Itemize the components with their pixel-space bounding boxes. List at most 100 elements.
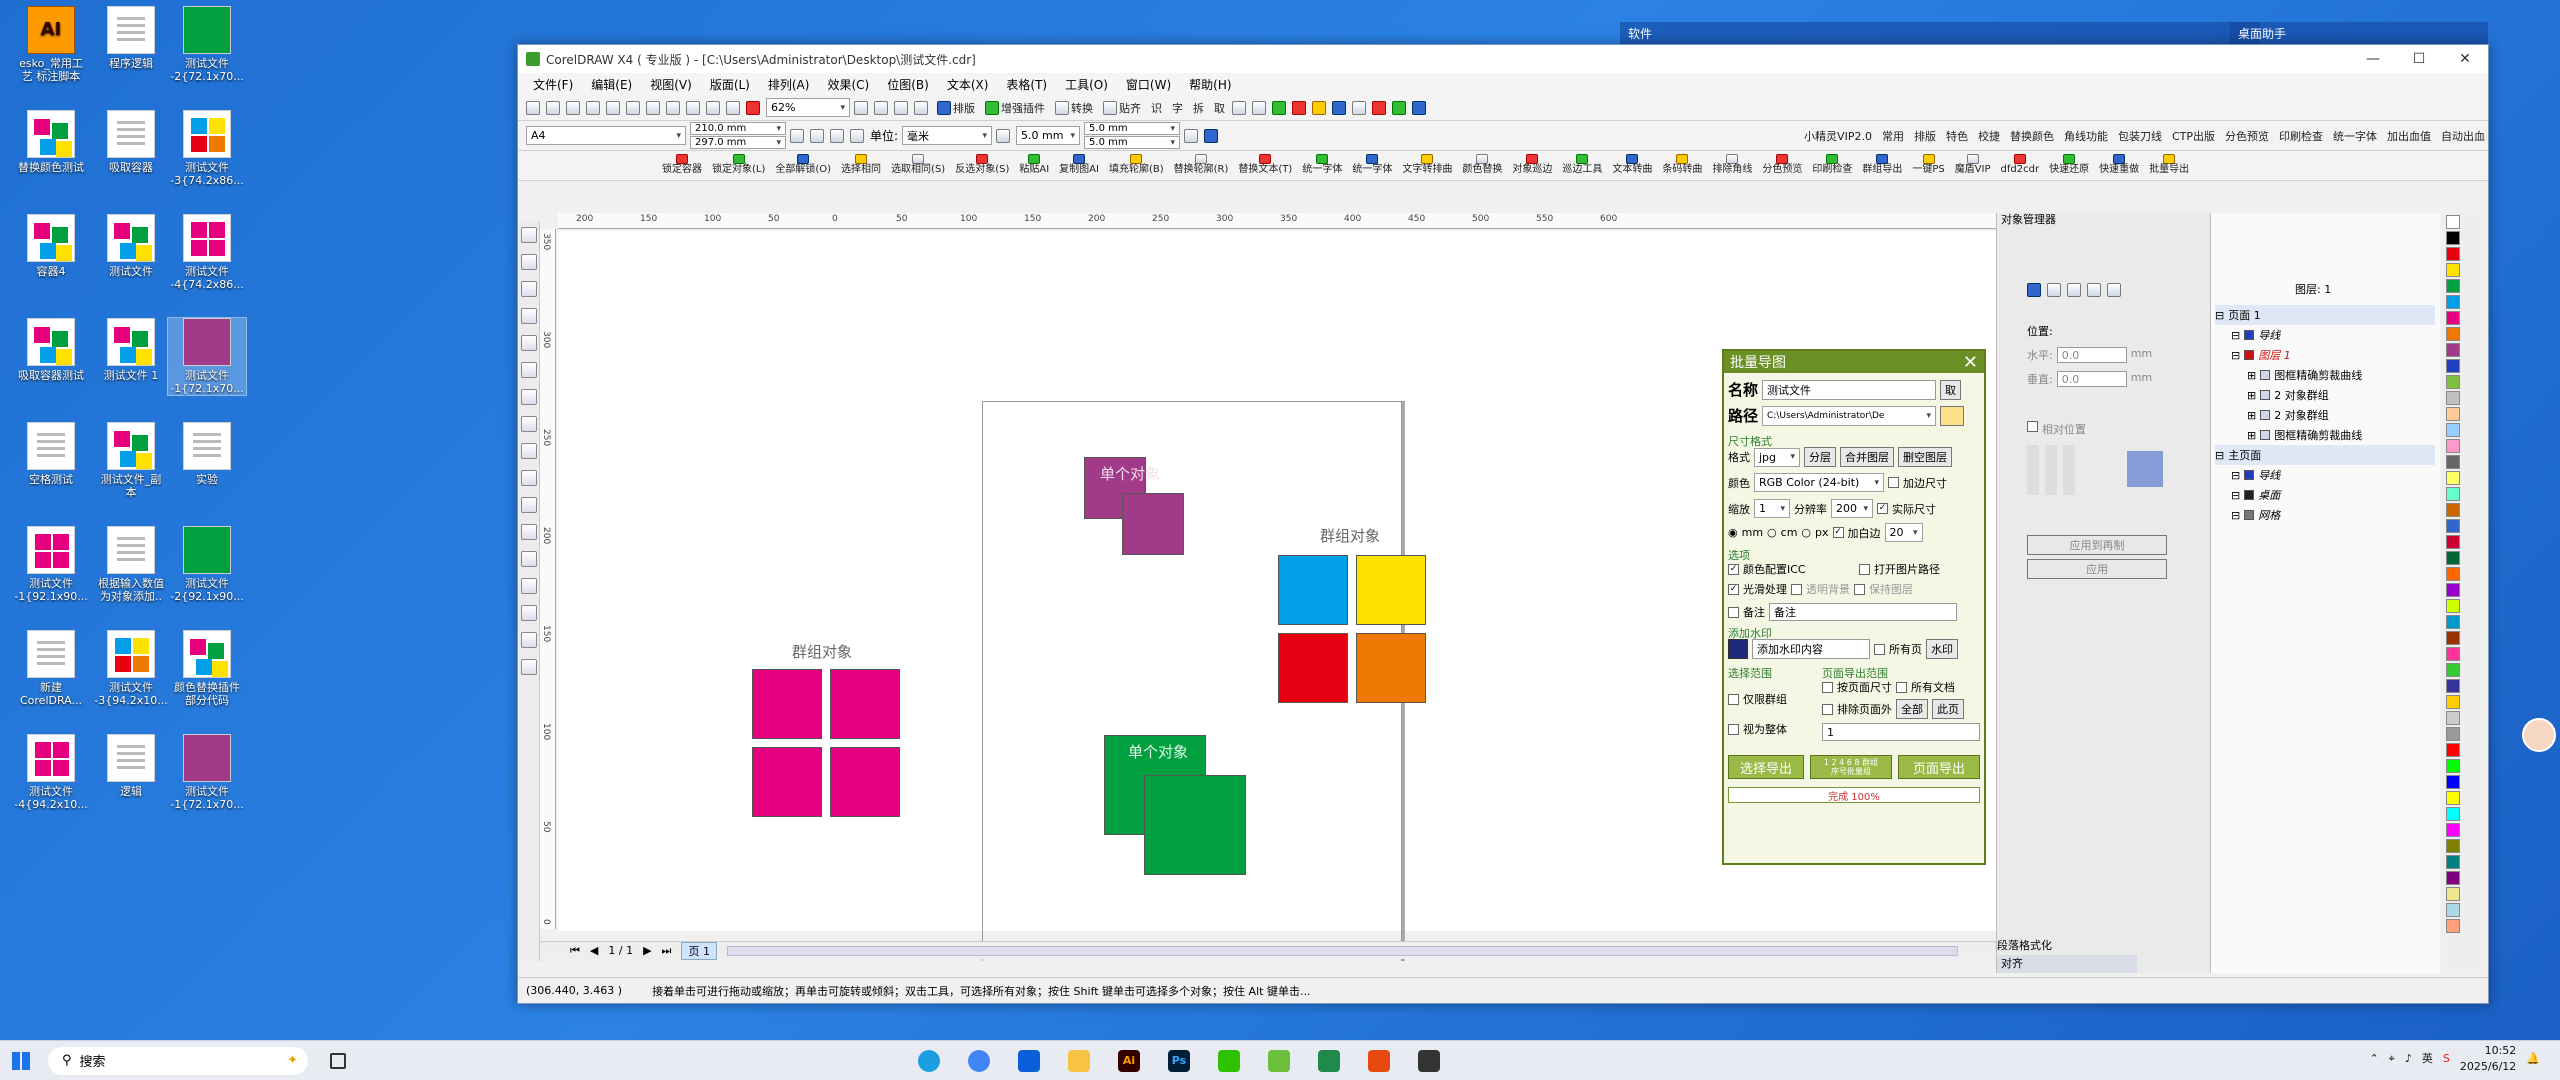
pick-tool-icon[interactable] (521, 227, 537, 243)
position-tab-icon[interactable] (2027, 283, 2041, 297)
plugin-tool-button[interactable]: 全部解锁(O) (771, 153, 835, 178)
menu-item[interactable]: 文件(F) (524, 76, 582, 93)
landscape-icon[interactable] (810, 128, 824, 143)
special-button[interactable]: 特色 (1943, 126, 1971, 146)
desktop-icon[interactable]: 测试文件 -2{92.1x90... (168, 526, 246, 603)
dialog-close-icon[interactable]: ✕ (1963, 352, 1978, 373)
expand-icon[interactable]: ⊟ (2231, 349, 2240, 362)
rectangle-tool-icon[interactable] (521, 389, 537, 405)
palette-swatch[interactable] (2446, 887, 2460, 901)
palette-swatch[interactable] (2446, 823, 2460, 837)
desktop-icon[interactable]: 测试文件 1 (92, 318, 170, 382)
distribute-icon[interactable] (1252, 100, 1266, 115)
object-tree-node[interactable]: ⊟ 桌面 (2215, 485, 2435, 505)
blue-tool-icon[interactable] (1332, 100, 1346, 115)
only-group-checkbox[interactable] (1728, 693, 1739, 705)
actual-size-checkbox[interactable]: ✓ (1877, 503, 1888, 514)
open-icon[interactable] (546, 100, 560, 115)
plugin-tool-button[interactable]: 群组导出 (1858, 153, 1906, 178)
group-square-orange[interactable] (1356, 633, 1426, 703)
exclude-outside-checkbox[interactable] (1822, 703, 1833, 715)
input-language[interactable]: 英 (2422, 1051, 2433, 1067)
prev-page-icon[interactable]: ◀ (590, 944, 598, 957)
palette-swatch[interactable] (2446, 535, 2460, 549)
search-box[interactable]: ⚲ 搜索 ✦ (48, 1046, 308, 1075)
zoom-out-icon[interactable] (874, 100, 888, 115)
common-button[interactable]: 常用 (1879, 126, 1907, 146)
group-square-magenta-3[interactable] (752, 747, 822, 817)
unit-mm-radio[interactable]: ◉ (1728, 526, 1738, 539)
object-tree-node[interactable]: ⊟ 主页面 (2215, 445, 2435, 465)
palette-swatch[interactable] (2446, 439, 2460, 453)
take-button[interactable]: 取 (1211, 98, 1228, 118)
vip-button[interactable]: 小精灵VIP2.0 (1801, 126, 1875, 146)
palette-swatch[interactable] (2446, 503, 2460, 517)
palette-swatch[interactable] (2446, 919, 2460, 933)
basic-shapes-tool-icon[interactable] (521, 470, 537, 486)
palette-swatch[interactable] (2446, 615, 2460, 629)
page-height-input[interactable]: 297.0 mm (690, 136, 786, 149)
plugin3-icon[interactable] (1412, 100, 1426, 115)
palette-swatch[interactable] (2446, 295, 2460, 309)
split-button[interactable]: 拆 (1190, 98, 1207, 118)
palette-swatch[interactable] (2446, 487, 2460, 501)
palette-swatch[interactable] (2446, 455, 2460, 469)
select-export-button[interactable]: 选择导出 (1728, 755, 1804, 779)
group-export-button[interactable]: 1 2 4 6 8 群组 序号批量组 (1810, 755, 1892, 779)
plugin-tool-button[interactable]: 统一字体 (1348, 153, 1396, 178)
palette-swatch[interactable] (2446, 903, 2460, 917)
snap-button[interactable]: 贴齐 (1100, 98, 1144, 118)
palette-swatch[interactable] (2446, 247, 2460, 261)
desktop-icon[interactable]: 空格测试 (12, 422, 90, 486)
redo-icon[interactable] (686, 100, 700, 115)
path-select[interactable]: C:\Users\Administrator\De (1762, 405, 1937, 426)
group-square-magenta-2[interactable] (830, 669, 900, 739)
size-tab-icon[interactable] (2087, 283, 2101, 297)
expand-icon[interactable]: ⊞ (2247, 369, 2256, 382)
notification-icon[interactable]: 🔔 (2526, 1051, 2540, 1067)
group-square-magenta-4[interactable] (830, 747, 900, 817)
yellow-tool-icon[interactable] (1312, 100, 1326, 115)
align-header[interactable]: 对齐 (1997, 955, 2137, 973)
zoom-page-icon[interactable] (914, 100, 928, 115)
menu-item[interactable]: 版面(L) (701, 76, 759, 93)
recognize-button[interactable]: 识 (1148, 98, 1165, 118)
palette-swatch[interactable] (2446, 791, 2460, 805)
all-docs-checkbox[interactable] (1896, 681, 1907, 693)
palette-swatch[interactable] (2446, 695, 2460, 709)
polygon-tool-icon[interactable] (521, 443, 537, 459)
all-pages-icon[interactable] (830, 128, 844, 143)
palette-swatch[interactable] (2446, 375, 2460, 389)
transparent-checkbox[interactable] (1791, 583, 1802, 595)
search-app-icon[interactable] (1368, 1049, 1390, 1072)
delete-icon[interactable] (746, 100, 760, 115)
crop-tool-icon[interactable] (521, 281, 537, 297)
plugin-tool-button[interactable]: 巡边工具 (1558, 153, 1606, 178)
format-select[interactable]: jpg (1754, 447, 1800, 467)
single-object-green-front[interactable] (1144, 775, 1246, 875)
single-object-purple-front[interactable] (1122, 493, 1184, 555)
anchor-grid[interactable] (2027, 445, 2077, 495)
icc-checkbox[interactable]: ✓ (1728, 563, 1739, 575)
plugin-tool-button[interactable]: 选择相同 (837, 153, 885, 178)
desktop-icon[interactable]: 测试文件 -1{72.1x70... (167, 317, 247, 396)
expand-icon[interactable]: ⊞ (2247, 409, 2256, 422)
import-icon[interactable] (706, 100, 720, 115)
file-explorer-icon[interactable] (1068, 1049, 1090, 1072)
keep-layers-checkbox[interactable] (1854, 583, 1865, 595)
shape-tool-icon[interactable] (521, 254, 537, 270)
plugin-tool-button[interactable]: 颜色替换 (1458, 153, 1506, 178)
expand-icon[interactable]: ⊟ (2231, 489, 2240, 502)
palette-swatch[interactable] (2446, 311, 2460, 325)
add-white-checkbox[interactable]: ✓ (1832, 527, 1844, 538)
plugin-tool-button[interactable]: 替换文本(T) (1234, 153, 1296, 178)
photoshop-icon[interactable]: Ps (1168, 1049, 1190, 1072)
last-page-icon[interactable]: ⏭ (662, 944, 672, 958)
portrait-icon[interactable] (790, 128, 804, 143)
expand-icon[interactable]: ⊟ (2231, 329, 2240, 342)
plugin-tool-button[interactable]: 排除角线 (1708, 153, 1756, 178)
desktop-icon[interactable]: 替换颜色测试 (12, 110, 90, 174)
smooth-checkbox[interactable]: ✓ (1728, 583, 1739, 595)
desktop-icon[interactable]: 测试文件 -1{92.1x90... (12, 526, 90, 603)
undo-icon[interactable] (666, 100, 680, 115)
